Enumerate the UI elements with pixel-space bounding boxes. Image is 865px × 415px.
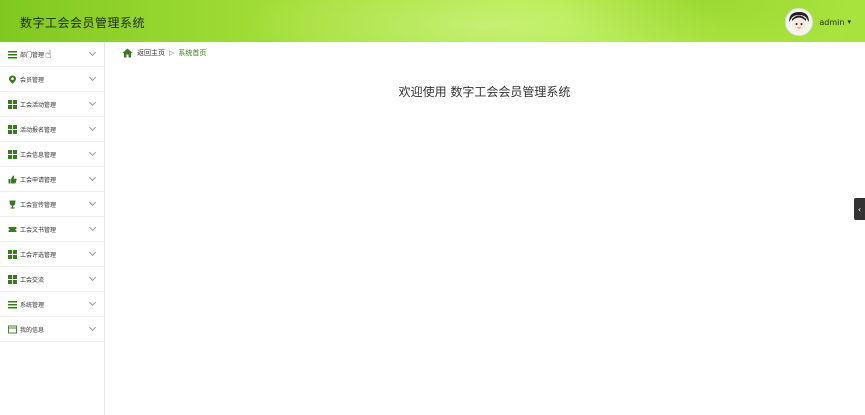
username[interactable]: admin [819,18,844,27]
chevron-down-icon [88,273,97,282]
sidebar-item-members[interactable]: 会员管理 [0,67,104,92]
sidebar-item-system[interactable]: 系统管理 [0,292,104,317]
sidebar-item-union-application[interactable]: 工会申请管理 [0,167,104,192]
ticket-icon [8,226,17,232]
sidebar-item-label: 工会文书管理 [20,226,57,234]
pin-icon [9,75,16,84]
chevron-down-icon [88,298,97,307]
sidebar-item-label: 工会宣传管理 [20,201,57,209]
breadcrumb-current: 系统首页 [178,49,207,57]
chevron-down-icon [88,248,97,257]
sidebar-item-union-info[interactable]: 工会信息管理 [0,142,104,167]
sidebar-item-union-exchange[interactable]: 工会交流 [0,267,104,292]
thumb-icon [8,175,17,183]
trophy-icon [9,200,16,209]
sidebar-item-label: 系统管理 [20,301,45,309]
chevron-down-icon [88,123,97,132]
grid-icon [8,274,17,284]
sidebar-item-label: 工会交流 [20,276,45,284]
breadcrumb-separator-icon: ▷ [169,49,175,57]
chevron-down-icon [88,73,97,82]
sidebar-item-department[interactable]: 部门管理 [0,42,104,67]
sidebar-item-label: 部门管理 [20,51,45,59]
home-icon[interactable] [122,48,133,58]
grid-icon [8,149,17,159]
list-icon [8,49,17,59]
mouse-cursor-icon: ☝ [45,48,52,61]
sidebar-item-union-activities[interactable]: 工会活动管理 [0,92,104,117]
breadcrumb-home-link[interactable]: 返回主页 [137,48,165,58]
welcome-message: 欢迎使用 数字工会会员管理系统 [398,85,571,99]
sidebar: 部门管理 会员管理 工会活动管理 活动报名管理 工会信息管理 工会申请管理 工会… [0,42,105,415]
sidebar-item-label: 活动报名管理 [20,126,57,134]
chevron-down-icon[interactable]: ▾ [847,18,851,26]
grid-icon [8,249,17,259]
sidebar-item-label: 工会信息管理 [20,151,57,159]
card-icon [8,325,17,333]
sidebar-item-my-info[interactable]: 我的信息 [0,317,104,342]
user-menu[interactable]: admin ▾ [785,8,851,36]
sidebar-item-activity-signup[interactable]: 活动报名管理 [0,117,104,142]
chevron-down-icon [88,148,97,157]
chevron-left-icon: ‹ [857,204,862,214]
sidebar-item-label: 我的信息 [20,326,45,334]
list-icon [8,299,17,309]
chevron-down-icon [88,223,97,232]
grid-icon [8,124,17,134]
avatar[interactable] [785,8,814,36]
sidebar-item-label: 会员管理 [20,76,45,84]
grid-icon [8,99,17,109]
app-title: 数字工会会员管理系统 [20,16,146,30]
top-header: 数字工会会员管理系统 admin ▾ [0,0,865,42]
chevron-down-icon [88,198,97,207]
sidebar-item-label: 工会评选管理 [20,251,57,259]
sidebar-item-label: 工会申请管理 [20,176,57,184]
sidebar-item-union-selection[interactable]: 工会评选管理 [0,242,104,267]
sidebar-item-union-documents[interactable]: 工会文书管理 [0,217,104,242]
breadcrumb: 返回主页 ▷ 系统首页 [122,48,206,58]
chevron-down-icon [88,48,97,57]
collapse-handle[interactable]: ‹ [854,198,865,220]
chevron-down-icon [88,323,97,332]
avatar-face-icon [786,9,813,35]
chevron-down-icon [88,173,97,182]
sidebar-item-label: 工会活动管理 [20,101,57,109]
sidebar-item-union-promotion[interactable]: 工会宣传管理 [0,192,104,217]
chevron-down-icon [88,98,97,107]
